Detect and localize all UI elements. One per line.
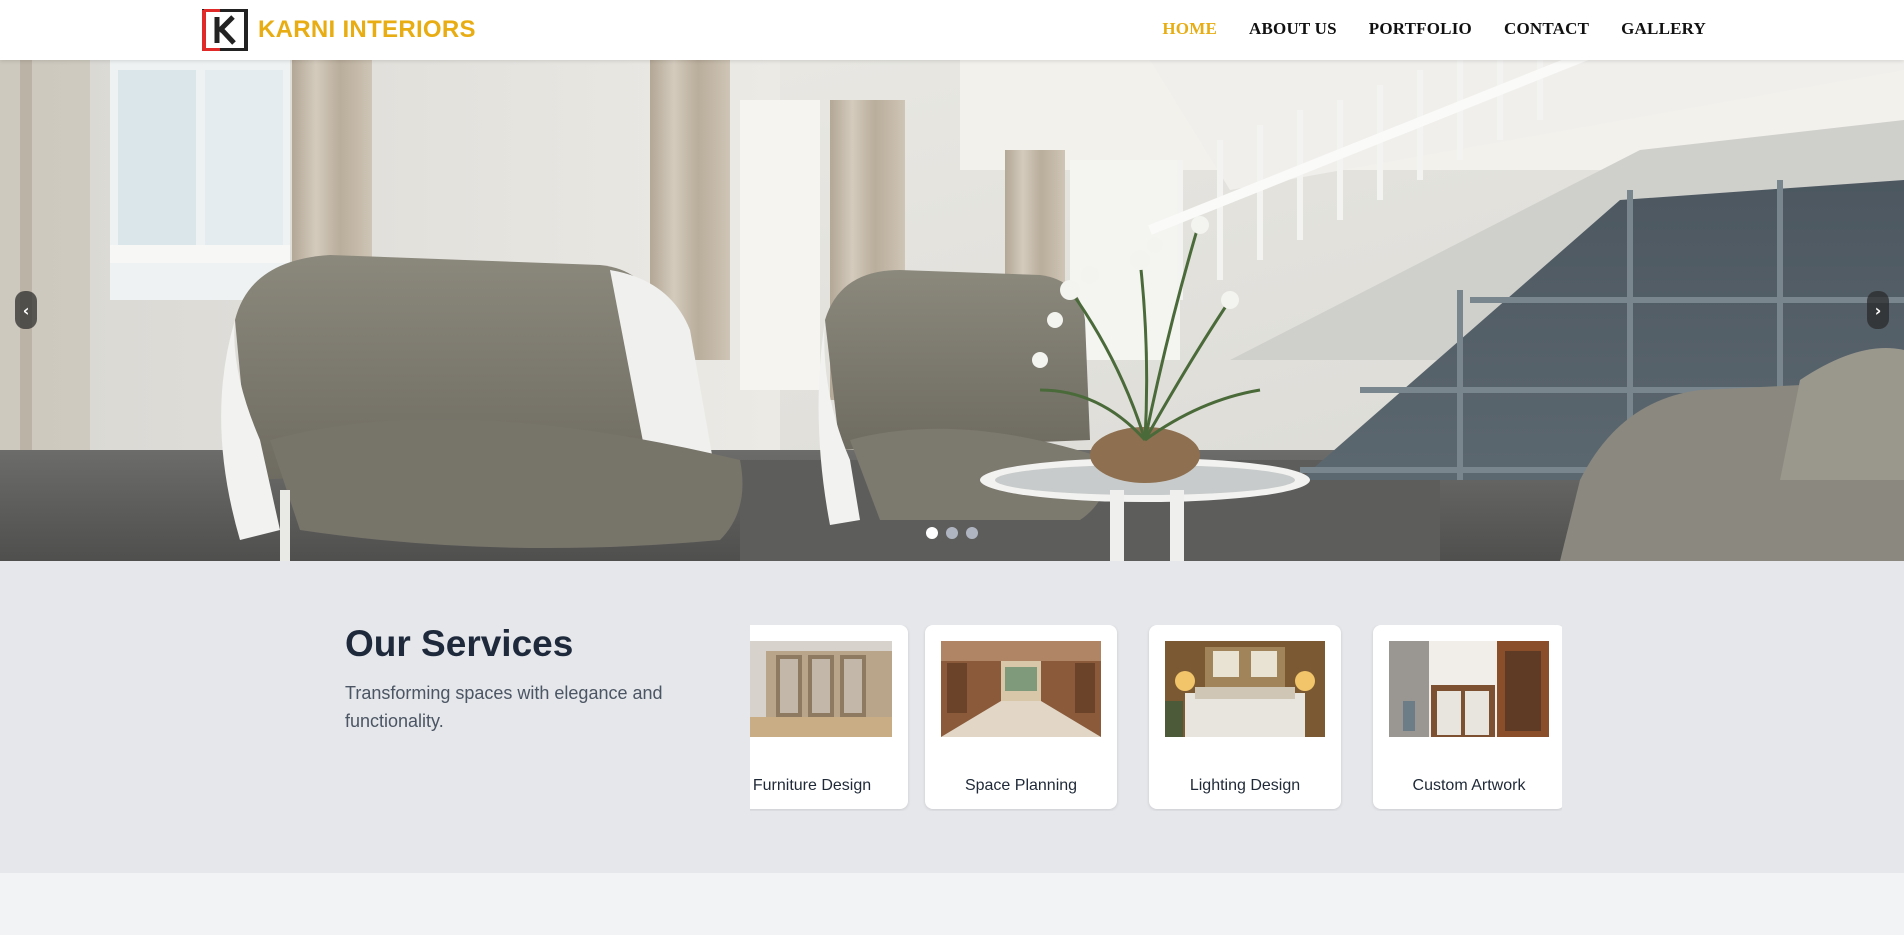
brand-name: KARNI INTERIORS — [258, 16, 476, 43]
service-card-label: Furniture Design — [752, 777, 872, 794]
services-subtitle: Transforming spaces with elegance and fu… — [345, 683, 663, 731]
service-card-label: Custom Artwork — [1412, 777, 1526, 794]
slider-next-button[interactable]: › — [1867, 291, 1889, 329]
brand-logo[interactable]: KARNI INTERIORS — [202, 8, 476, 52]
nav-about-us[interactable]: ABOUT US — [1249, 19, 1337, 39]
service-card-image — [1389, 641, 1549, 737]
slider-prev-button[interactable]: ‹ — [15, 291, 37, 329]
service-card-furniture-design[interactable]: Furniture Design — [750, 625, 908, 809]
service-card-lighting-design[interactable]: Lighting Design — [1149, 625, 1341, 809]
hero-slider: ‹ › — [0, 60, 1904, 561]
k-logo-icon — [202, 8, 250, 52]
service-card-image — [750, 641, 892, 737]
nav-home[interactable]: HOME — [1162, 19, 1217, 39]
service-card-image — [941, 641, 1101, 737]
main-nav: HOME ABOUT US PORTFOLIO CONTACT GALLERY — [1162, 0, 1706, 58]
services-carousel[interactable]: Furniture Design Space Planning Lighting… — [750, 625, 1562, 811]
nav-contact[interactable]: CONTACT — [1504, 19, 1589, 39]
services-section: Our Services Transforming spaces with el… — [0, 561, 1904, 873]
nav-portfolio[interactable]: PORTFOLIO — [1369, 19, 1472, 39]
services-title: Our Services — [345, 623, 574, 664]
service-card-space-planning[interactable]: Space Planning — [925, 625, 1117, 809]
hero-image — [0, 60, 1904, 561]
service-card-label: Lighting Design — [1189, 777, 1301, 794]
slider-dots — [926, 527, 978, 539]
slider-dot-3[interactable] — [966, 527, 978, 539]
slider-dot-2[interactable] — [946, 527, 958, 539]
service-card-label: Space Planning — [964, 777, 1078, 794]
navbar: KARNI INTERIORS HOME ABOUT US PORTFOLIO … — [0, 0, 1904, 60]
slider-dot-1[interactable] — [926, 527, 938, 539]
nav-gallery[interactable]: GALLERY — [1621, 19, 1706, 39]
next-section — [0, 873, 1904, 935]
service-card-image — [1165, 641, 1325, 737]
service-card-custom-artwork[interactable]: Custom Artwork — [1373, 625, 1562, 809]
